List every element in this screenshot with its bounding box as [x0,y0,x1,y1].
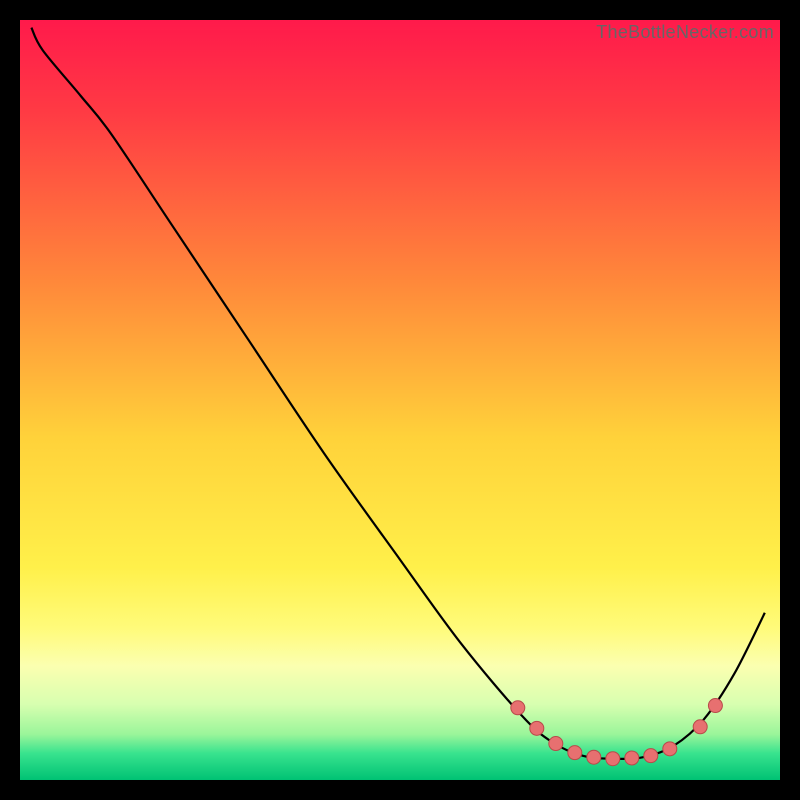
data-marker [587,750,601,764]
data-marker [568,746,582,760]
chart-plot [20,20,780,780]
gradient-background [20,20,780,780]
watermark-text: TheBottleNecker.com [596,22,774,43]
data-marker [625,751,639,765]
data-marker [644,749,658,763]
data-marker [530,721,544,735]
data-marker [663,742,677,756]
data-marker [549,737,563,751]
data-marker [606,752,620,766]
data-marker [693,720,707,734]
data-marker [708,699,722,713]
data-marker [511,701,525,715]
chart-frame: TheBottleNecker.com [20,20,780,780]
